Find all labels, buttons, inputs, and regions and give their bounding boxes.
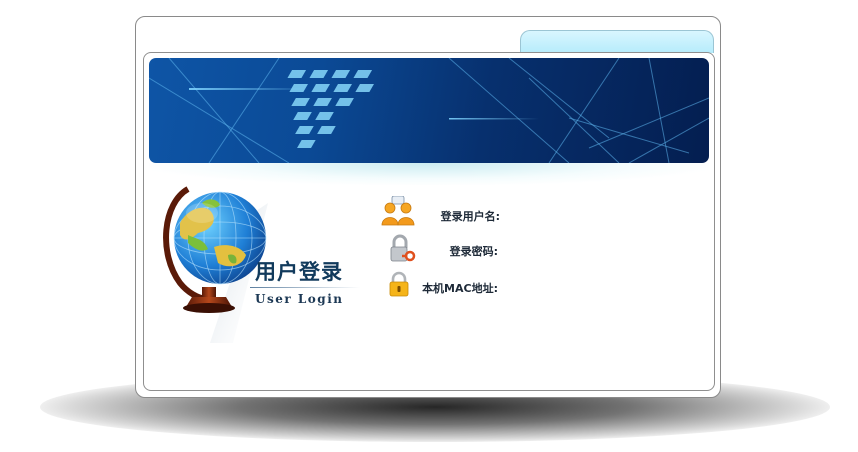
header-banner: [149, 58, 709, 163]
grid-blocks: [287, 70, 374, 148]
password-label: 登录密码:: [449, 245, 498, 258]
folder-tab: [520, 30, 714, 53]
banner-glow: [149, 163, 709, 185]
login-title-en: User Login: [255, 292, 344, 306]
title-divider: [250, 287, 360, 288]
username-label: 登录用户名:: [440, 210, 500, 223]
mac-label: 本机MAC地址:: [422, 282, 498, 295]
banner-graphic: [149, 58, 709, 163]
login-title-cn: 用户登录: [255, 259, 343, 284]
